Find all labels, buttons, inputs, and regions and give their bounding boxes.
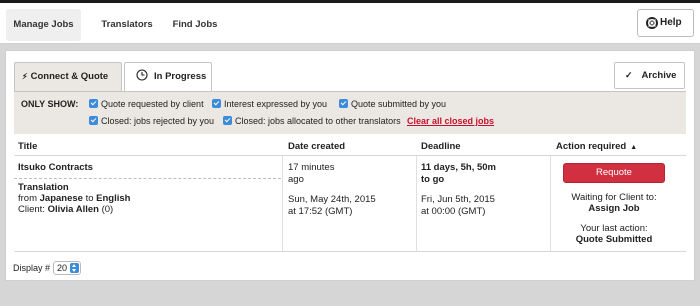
job-name[interactable]: Itsuko Contracts: [18, 162, 93, 174]
created-time: at 17:52 (GMT): [288, 206, 353, 217]
deadline-time: at 00:00 (GMT): [421, 206, 486, 217]
nav-tab-manage-jobs[interactable]: Manage Jobs: [6, 9, 81, 41]
client-label: Client:: [18, 204, 45, 215]
header-title[interactable]: Title: [18, 141, 37, 152]
client-count: (0): [101, 204, 114, 215]
deadline-date: Fri, Jun 5th, 2015: [421, 194, 495, 205]
title-divider: [14, 178, 281, 179]
source-language: Japanese: [39, 193, 83, 204]
display-count-value: 20: [57, 263, 68, 273]
help-label: Help: [660, 17, 682, 28]
target-language: English: [96, 193, 131, 204]
help-button[interactable]: Help: [637, 9, 694, 37]
display-count-label: Display #: [13, 263, 51, 273]
job-client: Client: Olivia Allen (0): [18, 204, 113, 216]
created-date: Sun, May 24th, 2015: [288, 194, 376, 205]
column-divider: [550, 156, 551, 251]
sort-asc-icon: ▲: [630, 144, 638, 151]
jobs-panel: ⚡︎ Connect & Quote In Progress ✓ Archive O…: [5, 50, 695, 281]
checkbox-checked-icon[interactable]: [339, 99, 348, 108]
filter-closed-rejected-label: Closed: jobs rejected by you: [101, 116, 215, 126]
waiting-value: Assign Job: [588, 203, 640, 214]
archive-label: Archive: [641, 70, 677, 81]
checkbox-checked-icon[interactable]: [223, 116, 232, 125]
column-divider: [282, 156, 283, 251]
checkbox-checked-icon[interactable]: [89, 99, 98, 108]
filter-interest-expressed-label: Interest expressed by you: [224, 99, 328, 109]
archive-button[interactable]: ✓ Archive: [614, 62, 685, 89]
select-arrows-icon[interactable]: [70, 263, 79, 273]
deadline-relative-2: to go: [421, 174, 445, 185]
top-nav: Manage Jobs Translators Find Jobs Help: [0, 0, 700, 44]
deadline-relative-1: 11 days, 5h, 50m: [421, 162, 496, 173]
filter-closed-rejected[interactable]: Closed: jobs rejected by you: [89, 116, 214, 126]
header-deadline[interactable]: Deadline: [421, 141, 461, 152]
display-count-select[interactable]: 20: [53, 261, 81, 275]
bolt-icon: ⚡︎: [22, 72, 28, 81]
filter-quote-requested[interactable]: Quote requested by client: [89, 99, 204, 109]
clock-icon: [136, 69, 148, 81]
created-relative-2: ago: [288, 174, 304, 185]
requote-button[interactable]: Requote: [563, 163, 665, 183]
filter-label: ONLY SHOW:: [21, 99, 79, 109]
filter-closed-allocated[interactable]: Closed: jobs allocated to other translat…: [223, 116, 401, 126]
filter-bar: ONLY SHOW: Quote requested by client Int…: [14, 92, 686, 134]
last-action-value: Quote Submitted: [575, 234, 653, 245]
checkbox-checked-icon[interactable]: [212, 99, 221, 108]
tab-connect-quote[interactable]: ⚡︎ Connect & Quote: [14, 62, 122, 91]
column-divider: [416, 156, 417, 251]
tab-in-progress[interactable]: In Progress: [124, 62, 212, 91]
nav-tab-translators[interactable]: Translators: [93, 9, 161, 41]
created-relative-1: 17 minutes: [288, 162, 335, 173]
filter-closed-allocated-label: Closed: jobs allocated to other translat…: [235, 116, 401, 126]
filter-interest-expressed[interactable]: Interest expressed by you: [212, 99, 327, 109]
to-word: to: [85, 193, 94, 204]
nav-tab-find-jobs[interactable]: Find Jobs: [166, 9, 224, 41]
checkmark-icon: ✓: [625, 70, 633, 80]
clear-closed-jobs-link[interactable]: Clear all closed jobs: [407, 116, 494, 126]
header-date-created[interactable]: Date created: [288, 141, 345, 152]
tab-connect-quote-label: Connect & Quote: [30, 71, 109, 82]
from-prefix: from: [18, 193, 37, 204]
filter-quote-submitted-label: Quote submitted by you: [351, 99, 447, 109]
filter-quote-requested-label: Quote requested by client: [101, 99, 204, 109]
header-action-required-label: Action required: [556, 141, 627, 152]
header-divider: [14, 155, 686, 156]
filter-quote-submitted[interactable]: Quote submitted by you: [339, 99, 446, 109]
row-divider: [14, 251, 686, 252]
checkbox-checked-icon[interactable]: [89, 116, 98, 125]
header-action-required[interactable]: Action required ▲: [556, 141, 637, 152]
lifebuoy-icon: [646, 17, 658, 29]
tab-in-progress-label: In Progress: [154, 71, 207, 82]
client-name[interactable]: Olivia Allen: [48, 204, 99, 215]
